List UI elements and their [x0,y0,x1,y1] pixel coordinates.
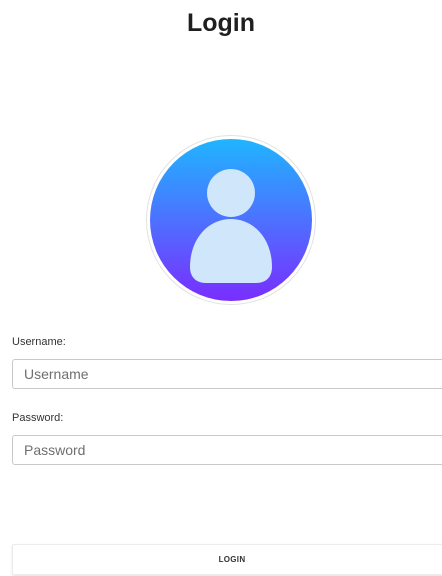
avatar [146,135,316,305]
page-title: Login [186,9,256,37]
user-avatar-icon [150,139,312,301]
login-button[interactable]: LOGIN [12,544,442,575]
password-label: Password: [12,412,64,424]
username-label: Username: [12,336,66,348]
username-input[interactable] [12,359,442,389]
password-input[interactable] [12,435,442,465]
